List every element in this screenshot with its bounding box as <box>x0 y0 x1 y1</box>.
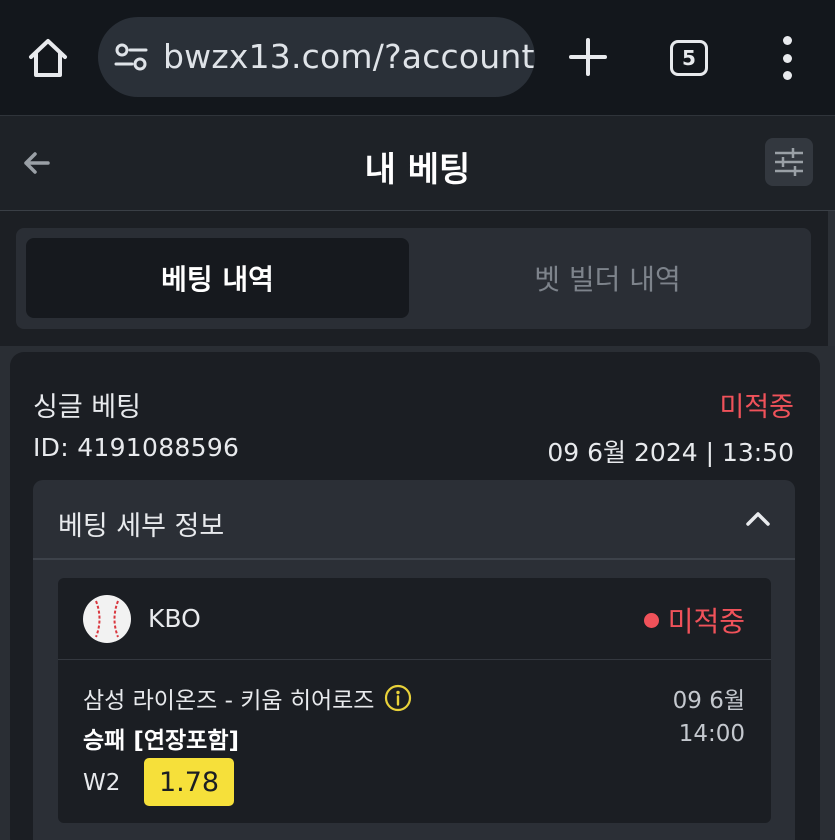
league-name: KBO <box>148 604 201 633</box>
tab-count: 5 <box>682 46 696 70</box>
tab-bet-builder-history[interactable]: 벳 빌더 내역 <box>416 238 799 318</box>
league-row: KBO 미적중 <box>58 578 771 660</box>
bet-id: ID: 4191088596 <box>33 433 240 462</box>
filter-sliders-icon <box>775 148 803 176</box>
url-text[interactable]: bwzx13.com/?account <box>163 37 535 76</box>
info-icon[interactable] <box>384 684 412 712</box>
tab-switcher-button[interactable]: 5 <box>670 40 708 76</box>
match-name: 삼성 라이온즈 - 키움 히어로즈 <box>83 681 412 715</box>
bet-status: 미적중 <box>719 392 794 423</box>
chevron-up-icon[interactable] <box>743 504 773 534</box>
match-date: 09 6월 <box>672 688 745 714</box>
bet-type: 싱글 베팅 <box>33 392 141 423</box>
bet-list: 싱글 베팅 미적중 ID: 4191088596 09 6월 2024 | 13… <box>0 346 835 840</box>
selection-status: 미적중 <box>643 600 745 640</box>
baseball-icon <box>83 595 131 643</box>
outcome: W2 <box>83 770 121 796</box>
tab-bet-history[interactable]: 베팅 내역 <box>26 238 409 318</box>
selection-card: KBO 미적중 삼성 라이온즈 - 키움 히어로즈 09 6월 승패 [연장포함… <box>58 578 771 823</box>
filter-button[interactable] <box>765 138 813 186</box>
market-name: 승패 [연장포함] <box>83 728 239 754</box>
site-settings-icon[interactable] <box>114 41 148 73</box>
browser-toolbar: bwzx13.com/?account 5 <box>0 0 835 115</box>
tabs-area: 베팅 내역 벳 빌더 내역 <box>0 211 835 346</box>
bet-details-title: 베팅 세부 정보 <box>58 511 225 542</box>
tab-label: 베팅 내역 <box>161 263 274 296</box>
selection-status-label: 미적중 <box>667 605 745 638</box>
page-title: 내 베팅 <box>364 150 471 190</box>
status-dot-icon <box>643 612 659 628</box>
odds-badge: 1.78 <box>144 758 234 806</box>
address-bar[interactable]: bwzx13.com/?account <box>98 17 535 97</box>
home-icon <box>29 39 67 77</box>
more-vert-icon[interactable] <box>772 36 802 80</box>
bet-card[interactable]: 싱글 베팅 미적중 ID: 4191088596 09 6월 2024 | 13… <box>10 352 820 840</box>
home-button[interactable] <box>22 32 74 84</box>
scrollbar[interactable] <box>828 211 835 356</box>
new-tab-plus-icon[interactable] <box>565 34 611 80</box>
tab-bar: 베팅 내역 벳 빌더 내역 <box>16 228 811 329</box>
bet-date: 09 6월 2024 | 13:50 <box>547 438 794 467</box>
tab-label: 벳 빌더 내역 <box>534 263 681 296</box>
app-header: 내 베팅 <box>0 115 835 211</box>
match-time: 14:00 <box>678 721 745 747</box>
match-name-label: 삼성 라이온즈 - 키움 히어로즈 <box>83 688 375 714</box>
bet-details-panel: 베팅 세부 정보 KBO 미적중 삼성 라이온즈 - 키움 히어로즈 09 6월… <box>33 480 795 840</box>
bet-details-header[interactable]: 베팅 세부 정보 <box>33 480 795 560</box>
